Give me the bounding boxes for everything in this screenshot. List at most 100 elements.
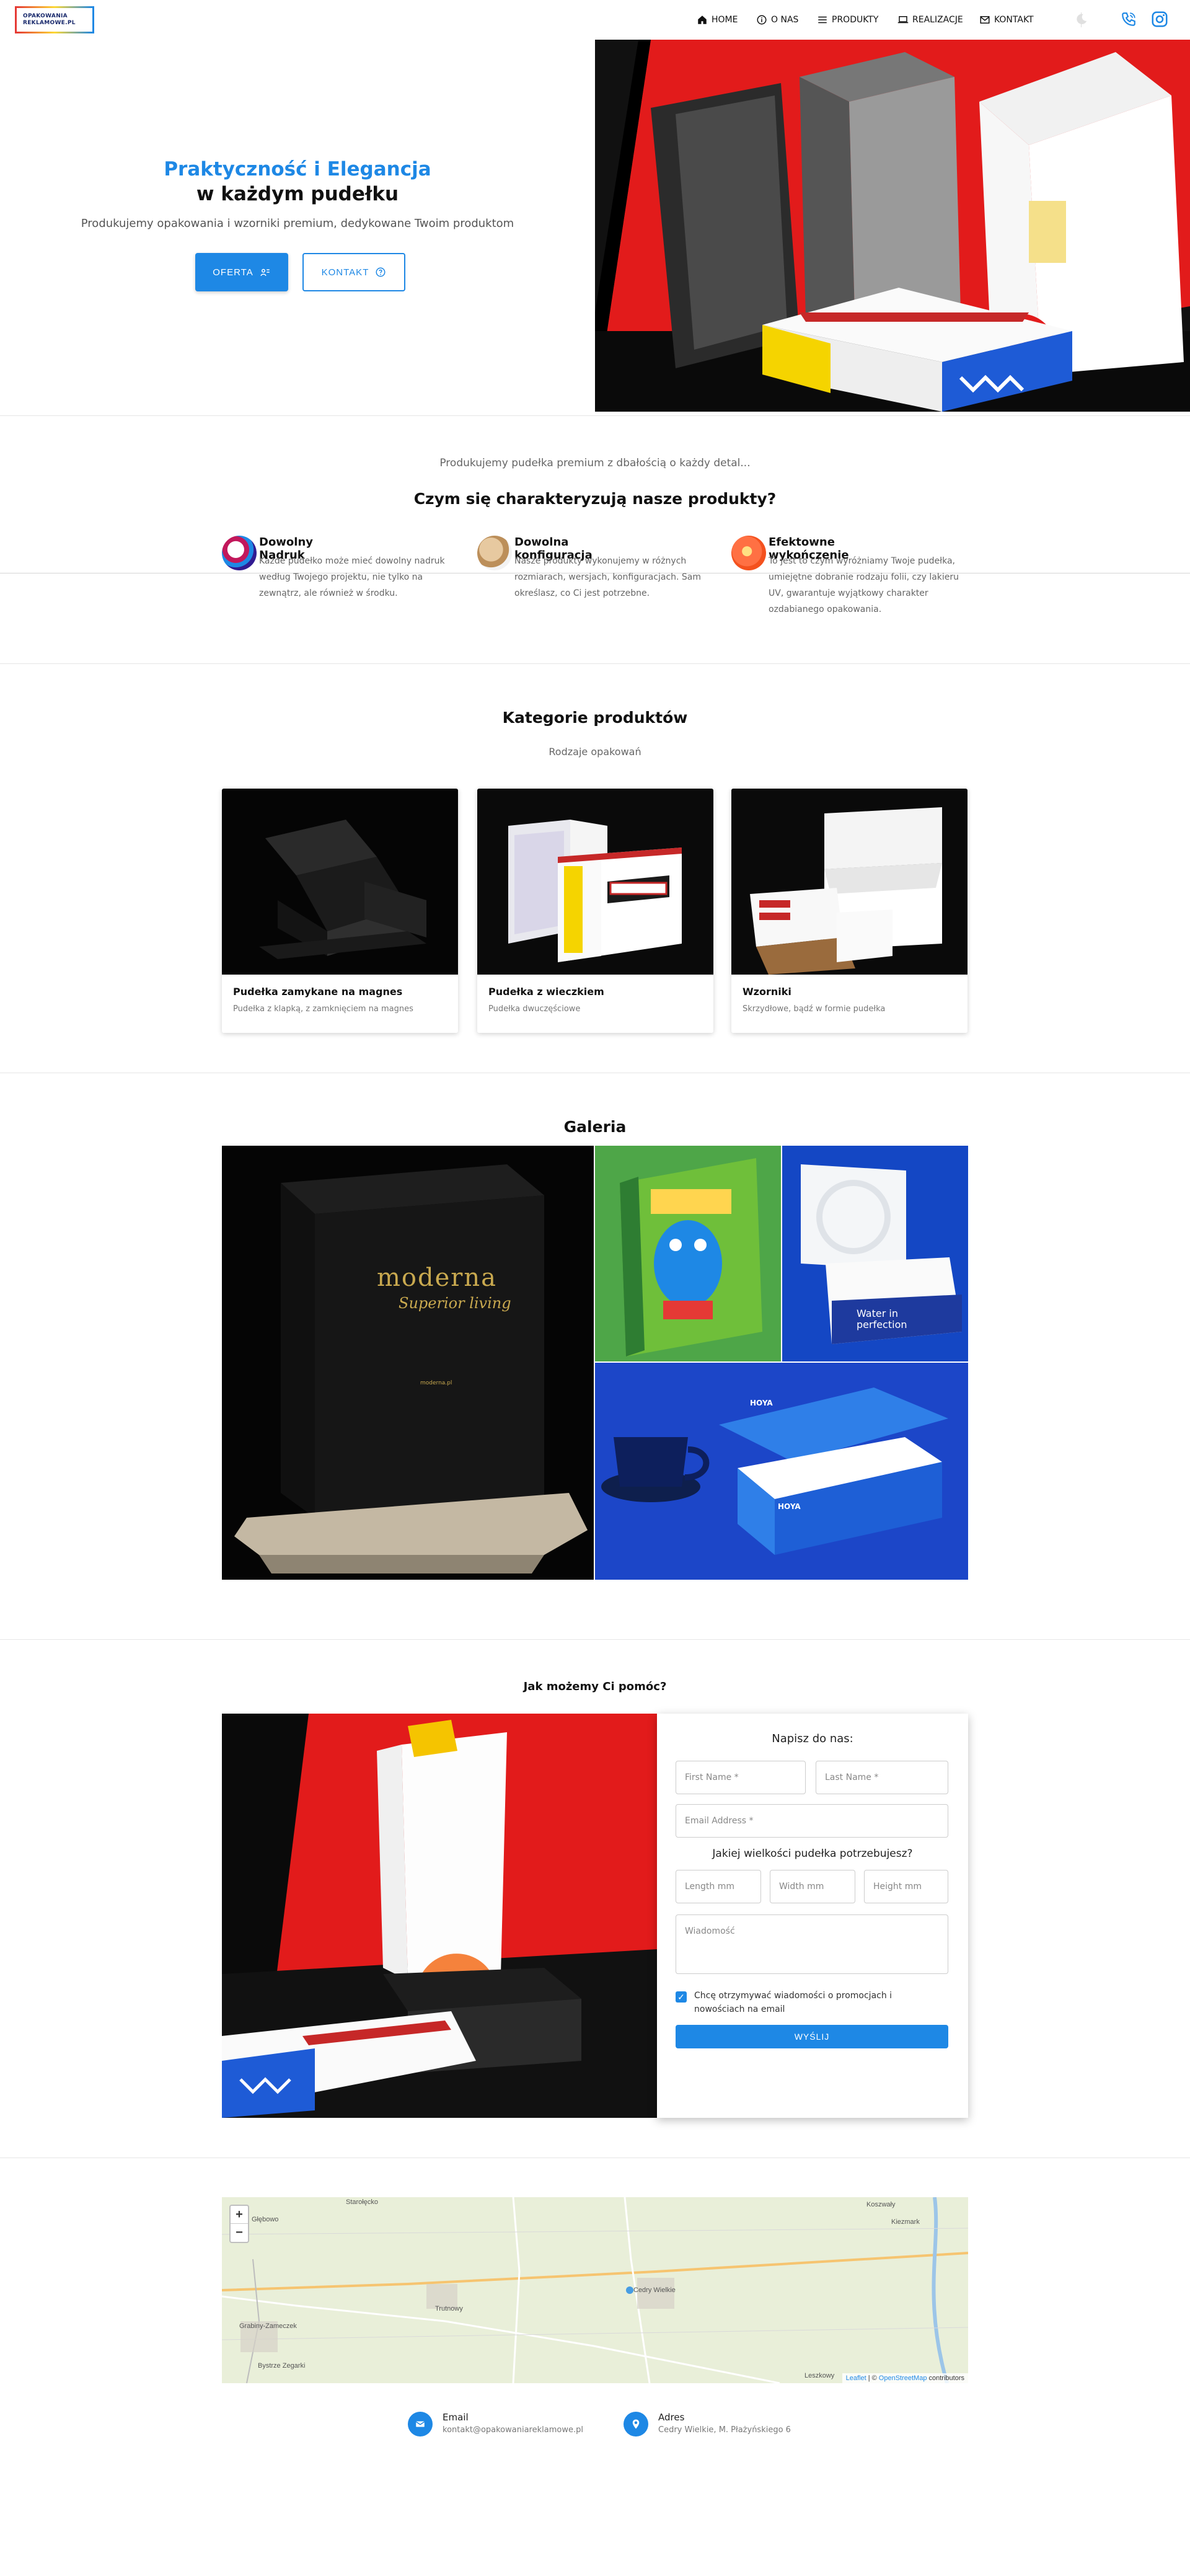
gallery-image-moderna[interactable]: moderna Superior living moderna.pl — [222, 1146, 594, 1580]
zoom-out-button[interactable]: − — [231, 2224, 248, 2242]
contact-button-label: KONTAKT — [321, 267, 369, 278]
section-divider — [0, 415, 1190, 416]
map-attribution: Leaflet | © OpenStreetMap contributors — [842, 2373, 968, 2383]
section-divider — [0, 663, 1190, 664]
consent-checkbox[interactable]: ✓ — [676, 1991, 687, 2003]
email-icon — [408, 2412, 433, 2437]
nav-products-label: PRODUKTY — [832, 15, 879, 25]
category-card-lid[interactable]: Pudełka z wieczkiem Pudełka dwuczęściowe — [477, 789, 713, 1033]
moon-icon[interactable] — [1075, 12, 1088, 26]
categories-subtitle: Rodzaje opakowań — [549, 746, 641, 758]
water-text-1: Water in — [857, 1308, 898, 1319]
contact-button[interactable]: KONTAKT — [302, 253, 405, 291]
send-button[interactable]: WYŚLIJ — [676, 2025, 948, 2048]
categories-title: Kategorie produktów — [502, 709, 688, 727]
width-field[interactable]: Width mm — [770, 1870, 855, 1903]
box-icon — [477, 536, 512, 570]
form-title: Napisz do nas: — [772, 1732, 853, 1745]
length-field[interactable]: Length mm — [676, 1870, 761, 1903]
features-title: Czym się charakteryzują nasze produkty? — [413, 490, 777, 508]
mail-icon — [980, 16, 990, 24]
hero-image — [595, 40, 1190, 412]
moderna-url: moderna.pl — [420, 1380, 452, 1386]
phone-icon[interactable] — [1121, 11, 1137, 27]
sparkle-icon — [731, 536, 766, 570]
location-map[interactable]: Starołęcko Głębowo Cedry Wielkie Trutnow… — [222, 2197, 968, 2383]
offer-icon — [260, 268, 270, 277]
gallery-image-game[interactable] — [595, 1146, 781, 1361]
category-title-samples: Wzorniki — [743, 986, 791, 998]
category-image-lid — [477, 789, 713, 975]
hero-title-line-2: w każdym pudełku — [196, 183, 399, 205]
moderna-tagline: Superior living — [399, 1295, 511, 1312]
map-zoom-control: + − — [229, 2205, 249, 2243]
height-field[interactable]: Height mm — [864, 1870, 948, 1903]
map-place-3: Cedry Wielkie — [633, 2286, 676, 2294]
zoom-in-button[interactable]: + — [231, 2206, 248, 2224]
site-logo[interactable]: OPAKOWANIA REKLAMOWE.PL — [15, 6, 94, 33]
attribution-contributors: contributors — [928, 2375, 964, 2382]
email-label: Email — [443, 2412, 469, 2423]
address-label: Adres — [658, 2412, 685, 2423]
nav-home[interactable]: HOME — [697, 11, 738, 29]
last-name-field[interactable]: Last Name * — [816, 1761, 948, 1794]
nav-realizations[interactable]: REALIZACJE — [897, 11, 963, 29]
map-place-7: Kiezmark — [891, 2218, 920, 2226]
gallery-title: Galeria — [563, 1118, 627, 1136]
category-title-lid: Pudełka z wieczkiem — [488, 986, 604, 998]
gallery-image-hoya[interactable]: HOYA HOYA — [595, 1363, 968, 1580]
feature-print-text: Każde pudełko może mieć dowolny nadruk w… — [259, 556, 445, 598]
hero-subtitle: Produkujemy opakowania i wzorniki premiu… — [81, 217, 514, 230]
nav-contact[interactable]: KONTAKT — [979, 11, 1034, 29]
section-divider — [0, 1639, 1190, 1640]
hoya-label-1: HOYA — [750, 1399, 773, 1407]
map-place-2: Głębowo — [252, 2216, 279, 2223]
map-place-1: Starołęcko — [346, 2198, 378, 2206]
contact-form: Napisz do nas: First Name * Last Name * … — [657, 1714, 968, 2118]
category-desc-lid: Pudełka dwuczęściowe — [488, 1004, 581, 1014]
water-text-2: perfection — [857, 1319, 907, 1330]
contact-section-title: Jak możemy Ci pomóc? — [523, 1680, 667, 1693]
nav-products[interactable]: PRODUKTY — [817, 11, 878, 29]
offer-button-label: OFERTA — [213, 267, 253, 278]
features-intro: Produkujemy pudełka premium z dbałością … — [439, 457, 751, 469]
category-image-magnet — [222, 789, 458, 975]
logo-line-1: OPAKOWANIA — [23, 13, 68, 19]
category-image-samples — [731, 789, 967, 975]
email-value[interactable]: kontakt@opakowaniareklamowe.pl — [443, 2425, 583, 2435]
feature-finish-text: To jest to czym wyróżniamy Twoje pudełka… — [769, 556, 959, 614]
moderna-brand: moderna — [377, 1264, 498, 1292]
contact-image — [222, 1714, 657, 2118]
message-field[interactable]: Wiadomość — [676, 1914, 948, 1974]
map-place-8: Grabiny-Zameczek — [239, 2322, 297, 2330]
logo-line-2: REKLAMOWE.PL — [23, 20, 76, 26]
first-name-field[interactable]: First Name * — [676, 1761, 806, 1794]
feature-config-text: Nasze produkty wykonujemy w różnych rozm… — [514, 556, 702, 598]
gallery-image-water[interactable]: Water in perfection — [782, 1146, 968, 1361]
leaflet-link[interactable]: Leaflet — [846, 2375, 866, 2382]
nav-about-label: O NAS — [771, 15, 799, 25]
consent-label: Chcę otrzymywać wiadomości o promocjach … — [694, 1991, 892, 2014]
category-card-magnet[interactable]: Pudełka zamykane na magnes Pudełka z kla… — [222, 789, 458, 1033]
hero-title-line-1: Praktyczność i Elegancja — [164, 158, 431, 180]
address-value: Cedry Wielkie, M. Płażyńskiego 6 — [658, 2425, 791, 2435]
map-place-4: Trutnowy — [435, 2305, 463, 2313]
nav-home-label: HOME — [712, 15, 738, 25]
instagram-icon[interactable] — [1150, 10, 1169, 29]
list-icon — [818, 16, 827, 24]
offer-button[interactable]: OFERTA — [195, 253, 288, 291]
info-icon — [757, 15, 767, 25]
category-desc-magnet: Pudełka z klapką, z zamknięciem na magne… — [233, 1004, 413, 1014]
osm-link[interactable]: OpenStreetMap — [879, 2375, 927, 2382]
email-field[interactable]: Email Address * — [676, 1804, 948, 1838]
map-place-5: Koszwały — [866, 2201, 896, 2208]
nav-about[interactable]: O NAS — [756, 11, 798, 29]
location-pin-icon — [624, 2412, 648, 2437]
size-question: Jakiej wielkości pudełka potrzebujesz? — [712, 1848, 913, 1860]
laptop-icon — [897, 16, 909, 24]
help-icon — [376, 267, 386, 277]
home-icon — [698, 15, 707, 24]
category-title-magnet: Pudełka zamykane na magnes — [233, 986, 403, 998]
map-place-6: Leszkowy — [804, 2372, 835, 2379]
category-card-samples[interactable]: Wzorniki Skrzydłowe, bądź w formie pudeł… — [731, 789, 967, 1033]
